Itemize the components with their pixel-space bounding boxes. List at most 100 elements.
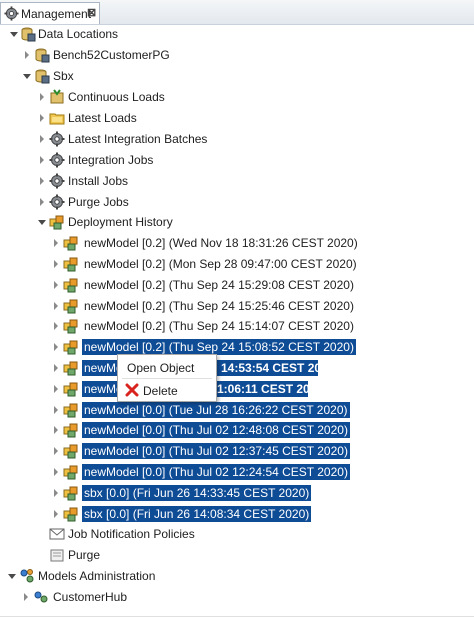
tab-label: Management	[21, 7, 92, 21]
expand-arrow-icon[interactable]	[23, 45, 31, 65]
tree-item-latest-integration-batches[interactable]: Latest Integration Batches	[0, 129, 474, 149]
menu-item-open-object[interactable]: Open Object	[119, 357, 215, 377]
tree-item-job-notification-policies[interactable]: Job Notification Policies	[0, 524, 474, 544]
mail-icon	[49, 526, 65, 542]
expand-arrow-icon[interactable]	[52, 379, 60, 399]
expand-arrow-icon[interactable]	[38, 150, 46, 170]
tree-item-purge[interactable]: Purge	[0, 545, 474, 565]
view-tab-bar: Management ⊠	[0, 0, 474, 25]
models-icon	[19, 568, 35, 584]
expand-arrow-icon[interactable]	[22, 587, 30, 607]
tree-item-latest-loads[interactable]: Latest Loads	[0, 108, 474, 128]
tree-item-sbx[interactable]: Sbx	[0, 66, 474, 86]
tree-item-data-locations[interactable]: Data Locations	[0, 24, 474, 44]
tree-item-label: Latest Integration Batches	[68, 132, 208, 146]
expand-arrow-icon[interactable]	[52, 400, 60, 420]
expand-arrow-icon[interactable]	[38, 192, 46, 212]
expand-arrow-icon[interactable]	[52, 233, 60, 253]
tree-item-continuous-loads[interactable]: Continuous Loads	[0, 87, 474, 107]
deployment-icon	[63, 402, 79, 418]
deployment-item-selected[interactable]: newModel [0.0] (Thu Jul 02 12:48:08 CEST…	[0, 420, 474, 440]
deployment-item-selected[interactable]: newMod 14:53:54 CEST 2020)	[0, 358, 474, 378]
expand-arrow-icon[interactable]	[38, 87, 46, 107]
menu-item-label: Open Object	[127, 361, 195, 375]
tree-item-customerhub[interactable]: CustomerHub	[0, 587, 474, 607]
collapse-arrow-icon[interactable]	[38, 212, 46, 232]
collapse-arrow-icon[interactable]	[8, 566, 16, 586]
expand-arrow-icon[interactable]	[52, 337, 60, 357]
collapse-arrow-icon[interactable]	[10, 24, 18, 44]
delete-icon	[125, 383, 139, 397]
tree-item-label: Install Jobs	[68, 174, 129, 188]
deployment-icon	[63, 464, 79, 480]
management-tab[interactable]: Management ⊠	[0, 2, 100, 24]
deployment-icon	[63, 360, 79, 376]
deployment-icon	[63, 318, 79, 334]
expand-arrow-icon[interactable]	[52, 462, 60, 482]
expand-arrow-icon[interactable]	[52, 275, 60, 295]
tree-item-label: Continuous Loads	[68, 90, 165, 104]
folder-icon	[49, 110, 65, 126]
deployment-item-selected[interactable]: newModel [0.0] (Thu Jul 02 12:37:45 CEST…	[0, 441, 474, 461]
deployment-item-selected[interactable]: newModel [0.0] (Tue Jul 28 16:26:22 CEST…	[0, 400, 474, 420]
deployment-label: newModel [0.0] (Thu Jul 02 12:48:08 CEST…	[82, 422, 350, 438]
deployment-label: newModel [0.2] (Wed Nov 18 18:31:26 CEST…	[84, 236, 358, 250]
deployment-label: newModel [0.2] (Thu Sep 24 15:29:08 CEST…	[84, 278, 354, 292]
expand-arrow-icon[interactable]	[52, 296, 60, 316]
tree-item-integration-jobs[interactable]: Integration Jobs	[0, 150, 474, 170]
context-menu: Open Object Delete	[117, 354, 217, 402]
menu-item-delete[interactable]: Delete	[119, 380, 215, 400]
expand-arrow-icon[interactable]	[52, 316, 60, 336]
deployment-icon	[63, 277, 79, 293]
deployment-item-selected[interactable]: newModel [0.2] (Thu Sep 24 15:08:52 CEST…	[0, 337, 474, 357]
deployment-label: newModel [0.2] (Mon Sep 28 09:47:00 CEST…	[84, 257, 357, 271]
deployment-item-selected[interactable]: newModel [0.0] (Thu Jul 02 12:24:54 CEST…	[0, 462, 474, 482]
deployment-icon	[63, 485, 79, 501]
deployment-label-tail: 14:53:54 CEST 2020)	[221, 361, 339, 375]
tree-item-purge-jobs[interactable]: Purge Jobs	[0, 192, 474, 212]
expand-arrow-icon[interactable]	[52, 420, 60, 440]
collapse-arrow-icon[interactable]	[23, 66, 31, 86]
deployment-icon	[63, 256, 79, 272]
deployment-item[interactable]: newModel [0.2] (Wed Nov 18 18:31:26 CEST…	[0, 233, 474, 253]
deployment-label: newModel [0.2] (Thu Sep 24 15:25:46 CEST…	[84, 299, 354, 313]
deployment-item-selected[interactable]: sbx [0.0] (Fri Jun 26 14:33:45 CEST 2020…	[0, 483, 474, 503]
deployment-icon	[63, 381, 79, 397]
tree-item-label: Models Administration	[38, 569, 156, 583]
tree-item-label: Bench52CustomerPG	[53, 48, 170, 62]
deployment-item[interactable]: newModel [0.2] (Thu Sep 24 15:29:08 CEST…	[0, 275, 474, 295]
expand-arrow-icon[interactable]	[52, 504, 60, 524]
deployment-item[interactable]: newModel [0.2] (Thu Sep 24 15:25:46 CEST…	[0, 296, 474, 316]
tree-item-models-administration[interactable]: Models Administration	[0, 566, 474, 586]
deployment-label-tail: 1:06:11 CEST 2020)	[217, 382, 328, 396]
data-location-icon	[34, 47, 50, 63]
tree-item-label: Sbx	[53, 69, 74, 83]
tree-item-label: Latest Loads	[68, 111, 137, 125]
deployment-item-selected[interactable]: sbx [0.0] (Fri Jun 26 14:08:34 CEST 2020…	[0, 504, 474, 524]
deployment-item-selected[interactable]: newMod 1:06:11 CEST 2020)	[0, 379, 474, 399]
tree-item-deployment-history[interactable]: Deployment History	[0, 212, 474, 232]
close-icon[interactable]: ⊠	[87, 6, 96, 19]
deployment-item[interactable]: newModel [0.2] (Mon Sep 28 09:47:00 CEST…	[0, 254, 474, 274]
expand-arrow-icon[interactable]	[38, 129, 46, 149]
loads-icon	[49, 89, 65, 105]
tree-item-install-jobs[interactable]: Install Jobs	[0, 171, 474, 191]
expand-arrow-icon[interactable]	[38, 108, 46, 128]
database-icon	[20, 26, 36, 42]
deployment-item[interactable]: newModel [0.2] (Thu Sep 24 15:14:07 CEST…	[0, 316, 474, 336]
expand-arrow-icon[interactable]	[38, 171, 46, 191]
expand-arrow-icon[interactable]	[52, 254, 60, 274]
tree-item-bench52customerpg[interactable]: Bench52CustomerPG	[0, 45, 474, 65]
expand-arrow-icon[interactable]	[52, 483, 60, 503]
deployment-icon	[49, 214, 65, 230]
gear-icon	[49, 194, 65, 210]
deployment-icon	[63, 298, 79, 314]
tree-item-label: Deployment History	[68, 215, 173, 229]
expand-arrow-icon[interactable]	[52, 441, 60, 461]
deployment-label: sbx [0.0] (Fri Jun 26 14:08:34 CEST 2020…	[82, 506, 312, 522]
deployment-label: newModel [0.2] (Thu Sep 24 15:08:52 CEST…	[82, 339, 356, 355]
deployment-icon	[63, 422, 79, 438]
expand-arrow-icon[interactable]	[52, 358, 60, 378]
gear-icon	[49, 152, 65, 168]
tree-item-label: Data Locations	[38, 27, 119, 41]
